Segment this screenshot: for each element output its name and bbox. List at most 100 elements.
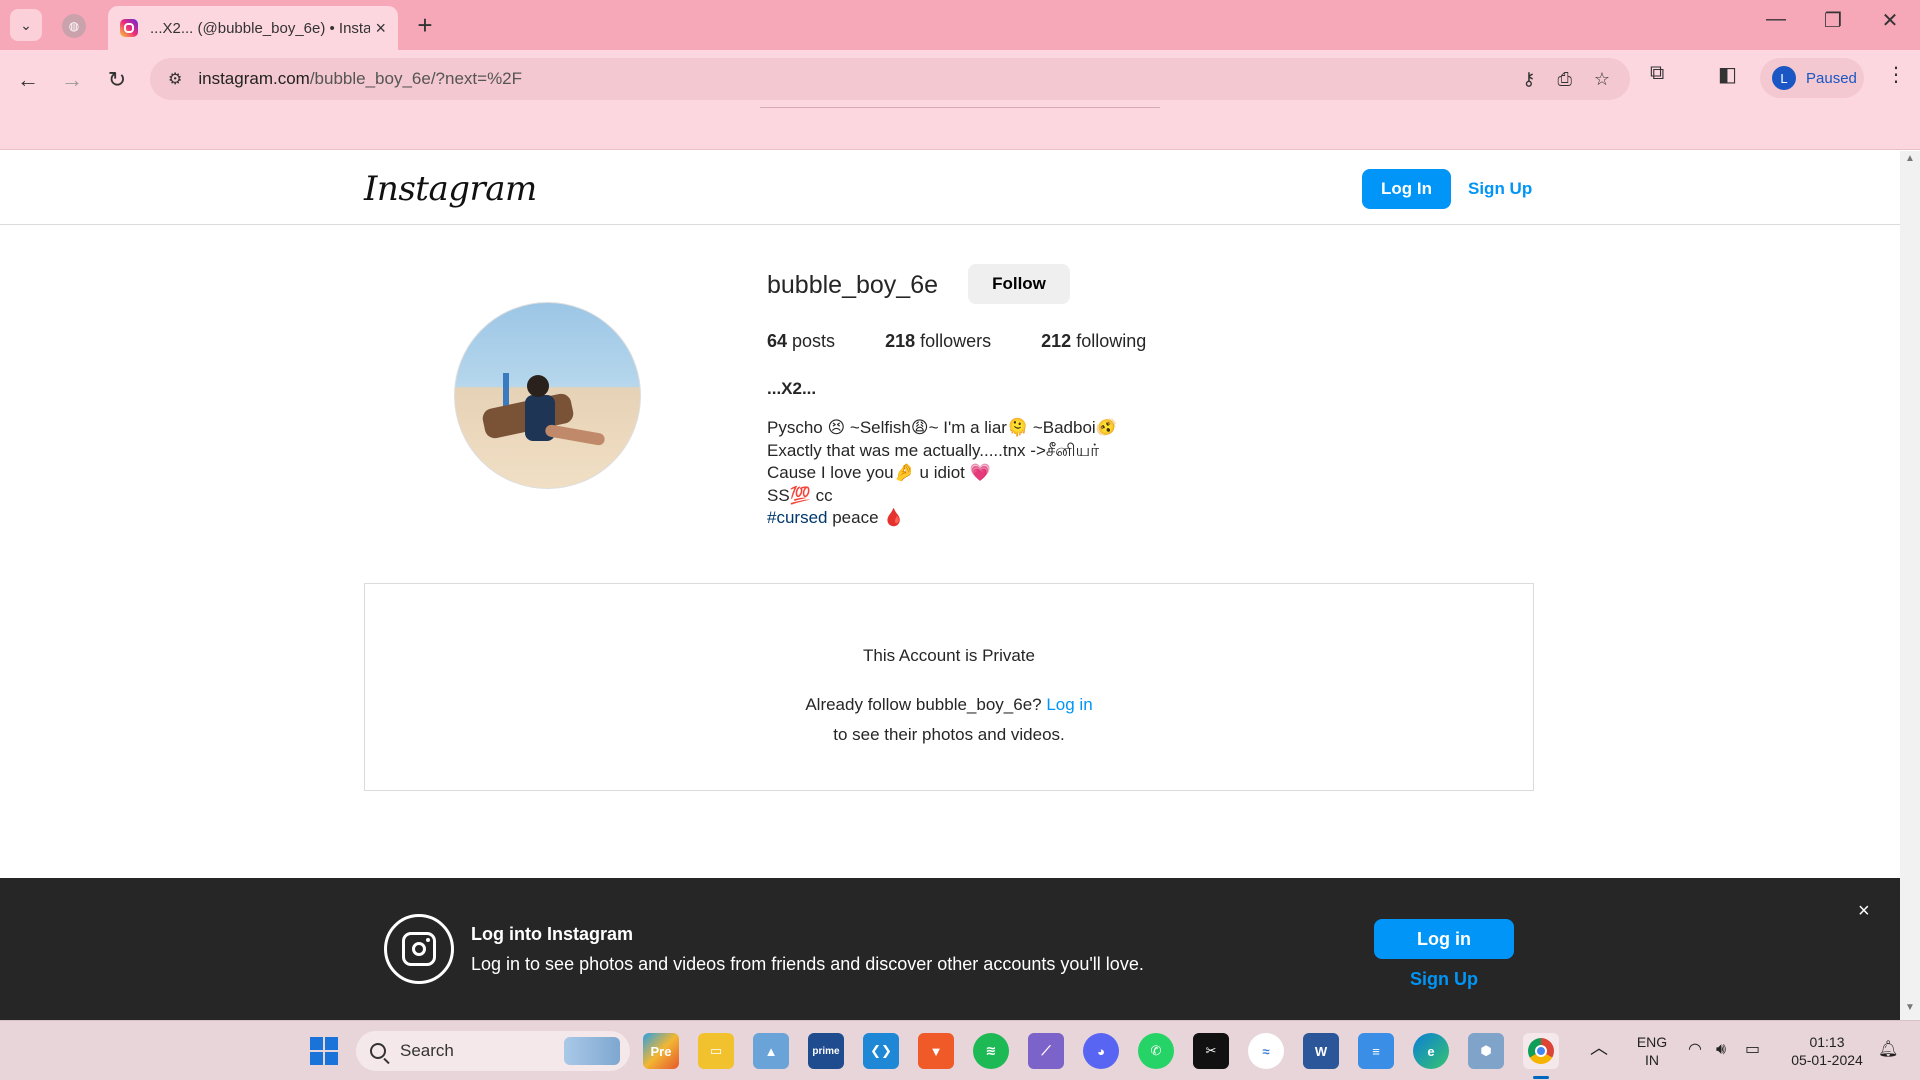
whatsapp-icon[interactable]: ✆	[1138, 1033, 1174, 1069]
taskbar-search[interactable]: Search	[356, 1031, 630, 1071]
spotify-icon[interactable]: ≋	[973, 1033, 1009, 1069]
notepad-icon[interactable]: ≡	[1358, 1033, 1394, 1069]
profile-button[interactable]: L Paused	[1760, 58, 1864, 98]
tab-search-button[interactable]: ⌄	[10, 9, 42, 41]
capcut-icon[interactable]: ✂	[1193, 1033, 1229, 1069]
minimize-button[interactable]: —	[1756, 8, 1796, 31]
tab-instagram[interactable]: ...X2... (@bubble_boy_6e) • Instagram ×	[108, 6, 398, 50]
page-scrollbar[interactable]: ▲ ▼	[1900, 151, 1920, 1020]
edge-icon[interactable]: e	[1413, 1033, 1449, 1069]
discord-icon[interactable]: ◕	[1083, 1033, 1119, 1069]
following-label: following	[1071, 331, 1147, 351]
followers-stat[interactable]: 218 followers	[885, 331, 991, 352]
posts-stat: 64 posts	[767, 331, 835, 352]
forward-arrow-icon[interactable]: →	[54, 62, 90, 98]
banner-close-icon[interactable]: ×	[1858, 900, 1870, 923]
page-viewport: Instagram Log In Sign Up bubble_boy_6e F…	[0, 151, 1900, 1020]
browser-toolbar: ← → ↻ ⚙ instagram.com/bubble_boy_6e/?nex…	[0, 50, 1920, 150]
instagram-logo[interactable]: Instagram	[364, 169, 537, 209]
messenger-icon[interactable]: ≈	[1248, 1033, 1284, 1069]
back-arrow-icon[interactable]: ←	[10, 62, 46, 98]
private-account-notice: This Account is Private Already follow b…	[364, 583, 1534, 791]
language-line1: ENG	[1636, 1034, 1668, 1050]
tab-close-icon[interactable]: ×	[375, 18, 386, 39]
search-highlight-image	[564, 1037, 620, 1065]
password-key-icon[interactable]: ⚷	[1522, 69, 1535, 90]
photos-icon[interactable]: ▲	[753, 1033, 789, 1069]
profile-username: bubble_boy_6e	[767, 271, 938, 299]
notification-bell-icon[interactable]: 🔔︎	[1878, 1041, 1898, 1059]
new-tab-button[interactable]: +	[410, 10, 440, 41]
bio-line: Pyscho 😣 ~Selfish😩~ I'm a liar🫠 ~Badboi🫨	[767, 418, 1117, 437]
follow-button[interactable]: Follow	[968, 264, 1070, 304]
private-text-after: to see their photos and videos.	[833, 725, 1065, 744]
tab-inactive-globe[interactable]: ◍	[62, 14, 86, 38]
start-button[interactable]	[306, 1033, 342, 1069]
avatar-person-legs	[544, 423, 606, 447]
profile-display-name: ...X2...	[767, 379, 817, 398]
restore-button[interactable]: ❐	[1813, 8, 1853, 33]
wifi-icon[interactable]: ◠	[1688, 1041, 1702, 1059]
banner-signup-link[interactable]: Sign Up	[1374, 969, 1514, 990]
url-text[interactable]: instagram.com/bubble_boy_6e/?next=%2F	[198, 69, 522, 89]
private-description: Already follow bubble_boy_6e? Log in to …	[365, 690, 1533, 750]
profile-stats: 64 posts 218 followers 212 following	[767, 331, 1196, 352]
install-app-icon[interactable]: ⎙	[1557, 69, 1571, 90]
copilot-icon[interactable]: Pre	[643, 1033, 679, 1069]
banner-login-button[interactable]: Log in	[1374, 919, 1514, 959]
site-info-icon[interactable]: ⚙	[168, 69, 182, 89]
address-bar-actions: ⚷ ⎙ ☆	[1522, 58, 1610, 100]
followers-count: 218	[885, 331, 916, 351]
toolbar-divider	[760, 107, 1160, 108]
volume-icon[interactable]: 🔊︎	[1716, 1041, 1726, 1059]
banner-title: Log into Instagram	[471, 924, 633, 944]
bio-hashtag-link[interactable]: #cursed	[767, 508, 827, 527]
file-explorer-icon[interactable]: ▭	[698, 1033, 734, 1069]
prime-video-icon[interactable]: prime	[808, 1033, 844, 1069]
bio-last-text: peace 🩸	[827, 508, 905, 527]
following-count: 212	[1041, 331, 1072, 351]
stremio-icon[interactable]: ⟋	[1028, 1033, 1064, 1069]
chrome-icon[interactable]	[1523, 1033, 1559, 1069]
posts-count: 64	[767, 331, 788, 351]
address-bar[interactable]: ⚙ instagram.com/bubble_boy_6e/?next=%2F …	[150, 58, 1630, 100]
header-signup-link[interactable]: Sign Up	[1468, 169, 1532, 209]
instagram-favicon-icon	[120, 19, 138, 37]
virtualbox-icon[interactable]: ⬢	[1468, 1033, 1504, 1069]
url-path: /bubble_boy_6e/?next=%2F	[309, 69, 523, 88]
side-panel-icon[interactable]: ◧	[1718, 62, 1737, 87]
clock-time: 01:13	[1809, 1034, 1845, 1050]
battery-icon[interactable]: ▭	[1745, 1041, 1760, 1059]
window-close-button[interactable]: ✕	[1870, 8, 1910, 33]
instagram-camera-icon	[384, 914, 454, 984]
header-login-button[interactable]: Log In	[1362, 169, 1451, 209]
bio-line: SS💯 cc	[767, 485, 833, 505]
tray-overflow-chevron-icon[interactable]: ︿	[1590, 1039, 1608, 1057]
extensions-puzzle-icon[interactable]: ⧉	[1650, 62, 1664, 85]
clock-date: 05-01-2024	[1791, 1052, 1863, 1068]
chrome-logo	[1528, 1038, 1554, 1064]
scroll-down-arrow-icon[interactable]: ▼	[1900, 1002, 1920, 1018]
profile-avatar-image[interactable]	[454, 302, 641, 489]
url-host: instagram.com	[198, 69, 310, 88]
camera-ring	[402, 932, 436, 966]
browser-menu-icon[interactable]: ⋮	[1886, 62, 1906, 87]
following-stat[interactable]: 212 following	[1041, 331, 1146, 352]
windows-logo-icon	[310, 1037, 338, 1065]
bookmark-star-icon[interactable]: ☆	[1594, 69, 1610, 90]
clock[interactable]: 01:13 05-01-2024	[1782, 1033, 1872, 1069]
private-login-link[interactable]: Log in	[1046, 695, 1092, 714]
chevron-down-icon: ⌄	[20, 16, 32, 33]
taskbar-search-label: Search	[400, 1041, 454, 1060]
brave-icon[interactable]: ▼	[918, 1033, 954, 1069]
scroll-up-arrow-icon[interactable]: ▲	[1900, 153, 1920, 169]
vscode-icon[interactable]: ❮❯	[863, 1033, 899, 1069]
language-indicator[interactable]: ENG IN	[1632, 1033, 1672, 1069]
chrome-logo-center	[1535, 1045, 1547, 1057]
search-icon	[370, 1043, 386, 1059]
reload-icon[interactable]: ↻	[99, 62, 135, 98]
word-icon[interactable]: W	[1303, 1033, 1339, 1069]
bio-line: Cause I love you🤌 u idiot 💗	[767, 463, 991, 482]
banner-text: Log in to see photos and videos from fri…	[471, 954, 1144, 974]
language-line2: IN	[1645, 1052, 1659, 1068]
